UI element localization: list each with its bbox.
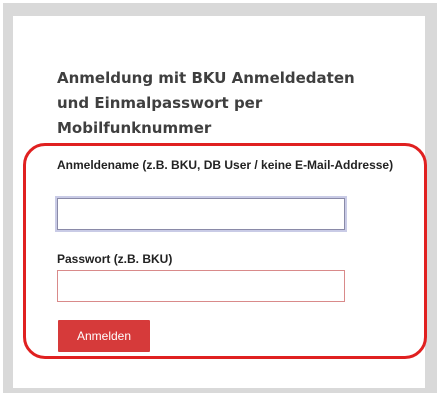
username-label: Anmeldename (z.B. BKU, DB User / keine E… (57, 158, 394, 172)
username-input[interactable] (57, 198, 345, 230)
password-input[interactable] (57, 270, 345, 302)
password-label: Passwort (z.B. BKU) (57, 252, 173, 266)
login-heading: Anmeldung mit BKU Anmeldedaten und Einma… (57, 69, 355, 137)
login-button[interactable]: Anmelden (58, 320, 150, 352)
